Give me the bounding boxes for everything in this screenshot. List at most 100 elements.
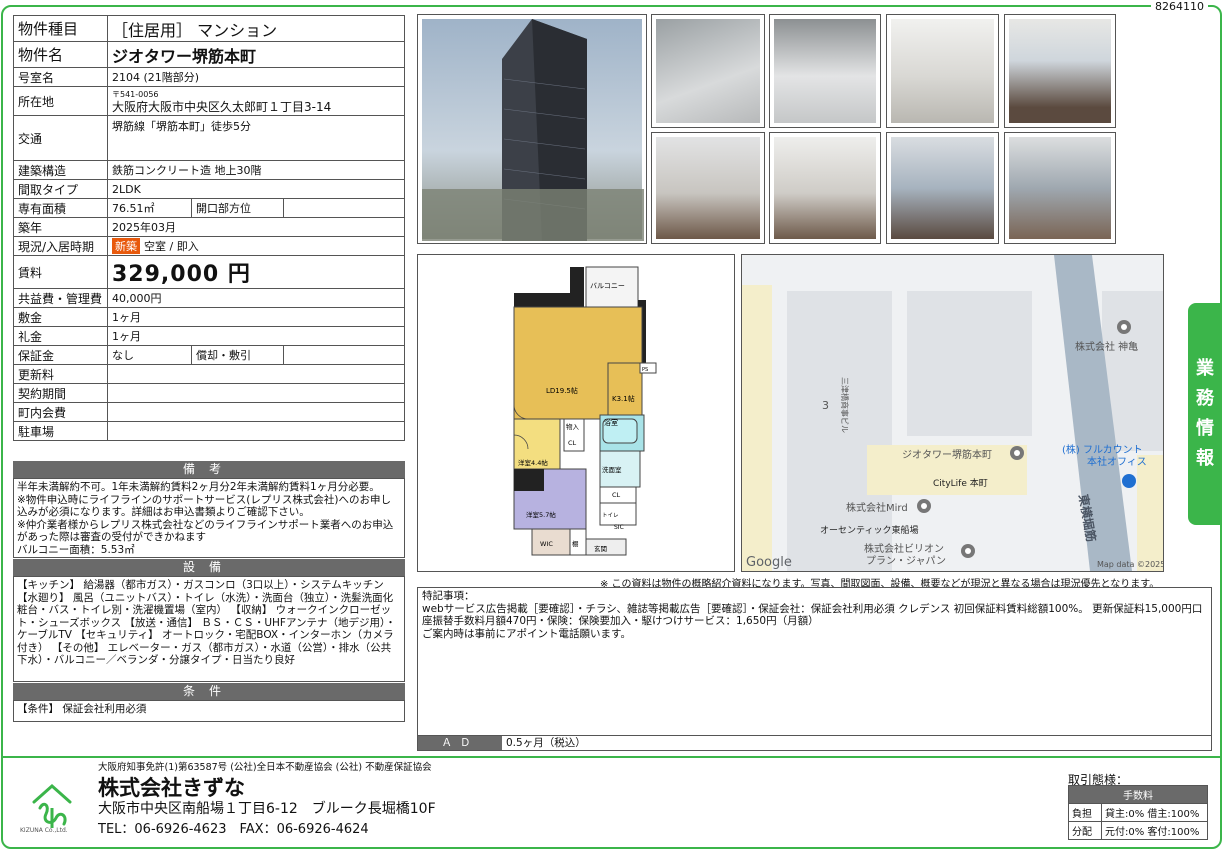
- map-fullcount-1: (株) フルカウント: [1062, 443, 1143, 456]
- label: 建築構造: [13, 160, 108, 180]
- new-badge: 新築: [112, 238, 140, 254]
- fp-wic: WIC: [540, 540, 553, 548]
- label: 敷金: [13, 307, 108, 327]
- row-keymoney: 礼金 1ヶ月: [13, 326, 405, 346]
- label: 町内会費: [13, 402, 108, 422]
- fee-label: 分配: [1068, 821, 1102, 840]
- value: 空室 / 即入: [144, 240, 199, 253]
- value: [107, 364, 405, 384]
- label: 専有面積: [13, 198, 108, 218]
- license-text: 大阪府知事免許(1)第63587号 (公社)全日本不動産協会 (公社) 不動産保…: [98, 762, 432, 773]
- bathroom-photo: [651, 14, 765, 128]
- row-parking: 駐車場: [13, 421, 405, 441]
- value: 堺筋線「堺筋本町」徒歩5分: [107, 115, 405, 161]
- row-deposit: 敷金 1ヶ月: [13, 307, 405, 327]
- ad-row: ＡＤ 0.5ヶ月（税込）: [417, 735, 1212, 751]
- company-address: 大阪市中央区南船場１丁目6-12 ブルーク長堀橋10F: [98, 801, 436, 817]
- fee-table: 手数料 負担 貸主:0% 借主:100% 分配 元付:0% 客付:100%: [1068, 785, 1208, 840]
- row-name: 物件名 ジオタワー堺筋本町: [13, 41, 405, 68]
- equipment-text: 【キッチン】 給湯器（都市ガス）・ガスコンロ（3口以上）・システムキッチン 【水…: [13, 576, 405, 682]
- footer-divider: [3, 756, 1220, 758]
- tab-char: 情: [1196, 418, 1214, 439]
- tab-char: 報: [1196, 448, 1214, 469]
- business-info-tab[interactable]: 業 務 情 報: [1188, 303, 1222, 525]
- fp-toilet: トイレ: [602, 513, 619, 519]
- row-built: 築年 2025年03月: [13, 217, 405, 237]
- fee-row: 分配 元付:0% 客付:100%: [1068, 821, 1208, 840]
- fp-room2: 洋室5.7帖: [526, 510, 556, 519]
- special-notes-text: webサービス広告掲載［要確認］・チラシ、雑誌等掲載広告［要確認］・保証会社：保…: [422, 602, 1203, 640]
- row-mgmt: 共益費・管理費 40,000円: [13, 288, 405, 308]
- fp-ps: PS: [642, 367, 648, 373]
- fp-ldk: LD19.5帖: [546, 386, 578, 395]
- label: 保証金: [13, 345, 108, 365]
- row-structure: 建築構造 鉄筋コンクリート造 地上30階: [13, 160, 405, 180]
- value: 2025年03月: [107, 217, 405, 237]
- map-bldg-label: 三津橋商事ビル: [840, 377, 850, 433]
- conditions-header: 条件: [13, 683, 405, 700]
- row-room: 号室名 2104 (21階部分): [13, 67, 405, 87]
- label: 現況/入居時期: [13, 236, 108, 256]
- label: 更新料: [13, 364, 108, 384]
- building-exterior-photo: [417, 14, 647, 244]
- row-layout: 間取タイプ 2LDK: [13, 179, 405, 199]
- sub-value: [283, 198, 405, 218]
- label: 礼金: [13, 326, 108, 346]
- property-info-table: 物件種目 ［住居用］ マンション 物件名 ジオタワー堺筋本町 号室名 2104 …: [13, 15, 405, 441]
- location-map[interactable]: 三津橋商事ビル 3 株式会社 神亀 ジオタワー堺筋本町 (株) フルカウント 本…: [741, 254, 1164, 572]
- map-citylife: CityLife 本町: [933, 477, 988, 489]
- value: 40,000円: [107, 288, 405, 308]
- remarks-text: 半年未満解約不可。1年未満解約賃料2ヶ月分2年未満解約賃料1ヶ月分必要。 ※物件…: [13, 478, 405, 558]
- fp-room1: 洋室4.4帖: [518, 458, 548, 467]
- value: ［住居用］ マンション: [107, 15, 405, 42]
- fp-cl1: CL: [568, 439, 577, 447]
- label: 物件名: [13, 41, 108, 68]
- fp-shelf: 棚: [572, 539, 579, 548]
- value: 76.51㎡: [107, 198, 192, 218]
- label: 間取タイプ: [13, 179, 108, 199]
- value: 鉄筋コンクリート造 地上30階: [107, 160, 405, 180]
- row-access: 交通 堺筋線「堺筋本町」徒歩5分: [13, 115, 405, 161]
- ad-label: ＡＤ: [418, 736, 502, 750]
- equipment-header: 設備: [13, 559, 405, 576]
- value: [107, 383, 405, 403]
- remarks-header: 備考: [13, 461, 405, 478]
- label: 号室名: [13, 67, 108, 87]
- tab-char: 務: [1196, 388, 1214, 409]
- map-number: 3: [822, 399, 829, 412]
- sub-label: 開口部方位: [191, 198, 284, 218]
- special-notes-title: 特記事項：: [422, 590, 475, 602]
- special-notes: 特記事項： webサービス広告掲載［要確認］・チラシ、雑誌等掲載広告［要確認］・…: [417, 587, 1212, 751]
- value: 1ヶ月: [107, 307, 405, 327]
- row-type: 物件種目 ［住居用］ マンション: [13, 15, 405, 42]
- map-osentic: オーセンティック東船場: [820, 524, 918, 536]
- conditions-text: 【条件】 保証会社利用必須: [13, 700, 405, 722]
- fp-sic: SIC: [614, 524, 624, 531]
- company-tel: TEL：06-6926-4623 FAX：06-6926-4624: [98, 822, 369, 837]
- row-renewal: 更新料: [13, 364, 405, 384]
- map-kamikame: 株式会社 神亀: [1075, 340, 1138, 353]
- fee-value: 元付:0% 客付:100%: [1101, 821, 1208, 840]
- sub-value: [283, 345, 405, 365]
- sub-label: 償却・敷引: [191, 345, 284, 365]
- row-guarantee: 保証金 なし 償却・敷引: [13, 345, 405, 365]
- value: [107, 421, 405, 441]
- fee-row: 負担 貸主:0% 借主:100%: [1068, 803, 1208, 822]
- ad-value: 0.5ヶ月（税込）: [506, 737, 586, 749]
- bathtub-photo: [769, 14, 881, 128]
- dining-kitchen-photo: [1004, 132, 1116, 244]
- map-google-logo: Google: [746, 555, 792, 570]
- row-contract: 契約期間: [13, 383, 405, 403]
- fp-storage: 物入: [566, 422, 580, 431]
- rent-value: 329,000 円: [107, 255, 405, 289]
- kitchen-stove-photo: [886, 14, 999, 128]
- logo-text: KIZUNA Co.,Ltd.: [20, 827, 68, 834]
- value: 1ヶ月: [107, 326, 405, 346]
- map-billion-2: プラン・ジャパン: [866, 555, 946, 567]
- label: 契約期間: [13, 383, 108, 403]
- row-status: 現況/入居時期 新築 空室 / 即入: [13, 236, 405, 256]
- living-room-photo: [1004, 14, 1116, 128]
- row-community-fee: 町内会費: [13, 402, 405, 422]
- value: なし: [107, 345, 192, 365]
- label: 所在地: [13, 86, 108, 116]
